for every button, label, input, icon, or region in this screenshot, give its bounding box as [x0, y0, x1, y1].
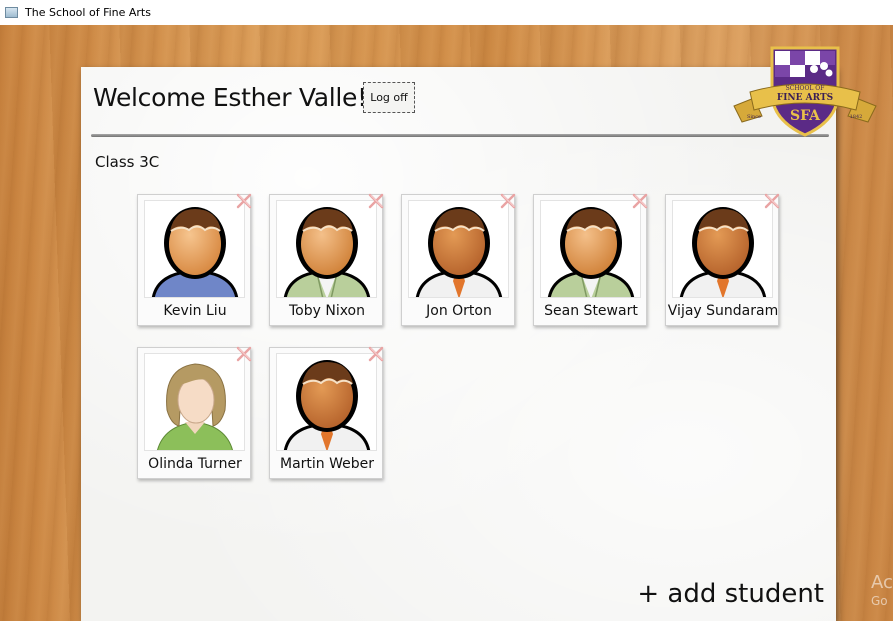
paper-panel [81, 67, 836, 621]
remove-student-icon[interactable] [235, 192, 253, 210]
student-name: Toby Nixon [288, 303, 365, 319]
student-name: Olinda Turner [148, 456, 242, 472]
remove-student-icon[interactable] [763, 192, 781, 210]
student-name: Sean Stewart [544, 303, 638, 319]
app-window-icon [5, 7, 18, 18]
male-white-shirt-orange-tie-icon [408, 200, 509, 298]
male-white-shirt-orange-tie-icon [672, 200, 773, 298]
student-name: Kevin Liu [163, 303, 227, 319]
title-bar: The School of Fine Arts [0, 0, 893, 25]
student-name: Jon Orton [426, 303, 492, 319]
watermark-line1: Ac [871, 572, 893, 593]
remove-student-icon[interactable] [367, 345, 385, 363]
add-student-button[interactable]: + add student [637, 579, 824, 609]
crest-line1: SCHOOL OF [786, 85, 825, 92]
activation-watermark: Ac Go [871, 572, 893, 608]
male-green-jacket-icon [276, 200, 377, 298]
header-divider [91, 134, 829, 137]
remove-student-icon[interactable] [499, 192, 517, 210]
student-card[interactable]: Toby Nixon [269, 192, 385, 326]
student-card[interactable]: Kevin Liu [137, 192, 253, 326]
crest-line2: FINE ARTS [777, 93, 833, 103]
class-name-label: Class 3C [95, 153, 160, 171]
male-blue-sweater-icon [144, 200, 245, 298]
window-title: The School of Fine Arts [25, 6, 151, 19]
student-name: Vijay Sundaram [667, 303, 779, 319]
remove-student-icon[interactable] [367, 192, 385, 210]
male-green-jacket-icon [540, 200, 641, 298]
student-name: Martin Weber [279, 456, 374, 472]
female-green-top-icon [144, 353, 245, 451]
crest-year-right: 1842 [850, 114, 863, 120]
student-card[interactable]: Martin Weber [269, 345, 385, 479]
welcome-heading: Welcome Esther Valle! [93, 83, 367, 112]
app-window: The School of Fine Arts Welcome Esther V… [0, 0, 893, 621]
remove-student-icon[interactable] [235, 345, 253, 363]
crest-monogram: SFA [790, 108, 821, 124]
student-card[interactable]: Vijay Sundaram [665, 192, 781, 326]
watermark-line2: Go [871, 594, 888, 608]
log-off-button[interactable]: Log off [363, 82, 415, 113]
remove-student-icon[interactable] [631, 192, 649, 210]
student-card[interactable]: Sean Stewart [533, 192, 649, 326]
crest-year-left: Since [747, 114, 761, 120]
school-crest-logo: SCHOOL OF FINE ARTS SFA Since 1842 [733, 46, 877, 137]
male-white-shirt-orange-tie-icon [276, 353, 377, 451]
student-card[interactable]: Jon Orton [401, 192, 517, 326]
student-card[interactable]: Olinda Turner [137, 345, 253, 479]
